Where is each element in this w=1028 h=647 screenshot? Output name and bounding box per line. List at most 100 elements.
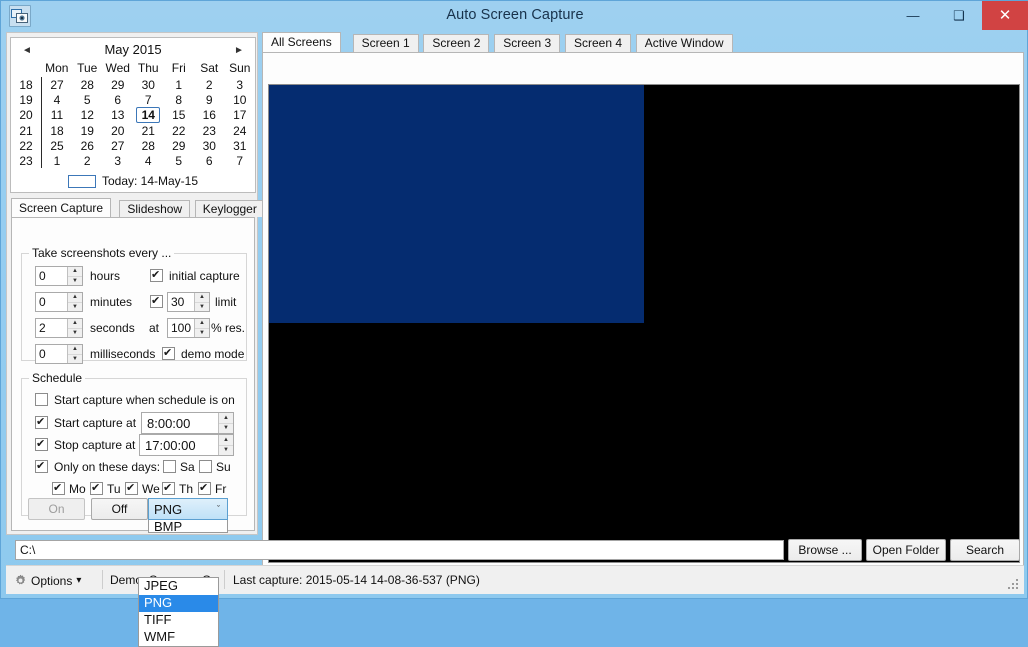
start-capture-time-field[interactable]: 8:00:00 ▲ ▼ (141, 412, 234, 434)
start-when-schedule-on-checkbox[interactable] (35, 393, 48, 406)
limit-checkbox[interactable] (150, 294, 163, 308)
preview-tab-screen-2[interactable]: Screen 2 (423, 34, 490, 52)
maximize-button[interactable]: ❑ (936, 1, 982, 30)
minutes-stepper[interactable]: 0 ▲ ▼ (35, 292, 83, 312)
left-tab-slideshow[interactable]: Slideshow (119, 200, 191, 217)
preview-tab-all-screens[interactable]: All Screens (262, 32, 341, 52)
calendar-day[interactable]: 26 (72, 138, 103, 153)
resize-grip[interactable] (1006, 577, 1020, 591)
calendar-widget[interactable]: ◄ May 2015 ► Mon Tue Wed Thu Fri Sat Sun 18 27 2… (10, 37, 256, 193)
calendar-day[interactable]: 30 (133, 77, 164, 92)
screen-3-preview[interactable] (269, 324, 644, 562)
preview-tab-active-window[interactable]: Active Window (635, 34, 733, 52)
calendar-day[interactable]: 4 (42, 92, 73, 107)
stop-capture-spin-buttons[interactable]: ▲ ▼ (218, 435, 233, 455)
hours-stepper[interactable]: 0 ▲ ▼ (35, 266, 83, 286)
image-format-option-png[interactable]: PNG (139, 595, 218, 612)
calendar-day[interactable]: 27 (103, 138, 134, 153)
calendar-day[interactable]: 15 (164, 107, 195, 123)
calendar-week-number[interactable]: 19 (11, 92, 42, 107)
calendar-day[interactable]: 5 (164, 153, 195, 168)
calendar-day[interactable]: 24 (225, 123, 256, 138)
calendar-day[interactable]: 2 (194, 77, 225, 92)
only-these-days-checkbox[interactable] (35, 459, 48, 473)
day-fr-checkbox[interactable] (198, 481, 211, 495)
preview-tab-screen-3[interactable]: Screen 3 (494, 34, 561, 52)
options-menu-button[interactable]: Options ▾ (14, 570, 85, 591)
preview-tab-screen-1[interactable]: Screen 1 (352, 34, 419, 52)
calendar-day[interactable]: 30 (194, 138, 225, 153)
image-format-option-tiff[interactable]: TIFF (139, 612, 218, 629)
calendar-day[interactable]: 2 (72, 153, 103, 168)
calendar-week-number[interactable]: 20 (11, 107, 42, 123)
all-screens-preview[interactable] (268, 84, 1020, 563)
screen-2-preview[interactable] (644, 85, 1019, 323)
calendar-day[interactable]: 28 (72, 77, 103, 92)
calendar-day[interactable]: 19 (72, 123, 103, 138)
calendar-day[interactable]: 6 (194, 153, 225, 168)
search-button[interactable]: Search (950, 539, 1020, 561)
preview-tab-screen-4[interactable]: Screen 4 (565, 34, 632, 52)
resolution-spin-buttons[interactable]: ▲ ▼ (194, 319, 209, 337)
calendar-day[interactable]: 5 (72, 92, 103, 107)
calendar-day[interactable]: 17 (225, 107, 256, 123)
calendar-day[interactable]: 13 (103, 107, 134, 123)
screen-4-preview[interactable] (644, 324, 1019, 562)
calendar-day[interactable]: 3 (103, 153, 134, 168)
minimize-button[interactable]: — (890, 1, 936, 30)
calendar-day[interactable]: 28 (133, 138, 164, 153)
calendar-day[interactable]: 29 (103, 77, 134, 92)
day-su-checkbox[interactable] (199, 460, 212, 473)
calendar-day[interactable]: 11 (42, 107, 73, 123)
image-format-option-wmf[interactable]: WMF (139, 629, 218, 646)
calendar-day[interactable]: 21 (133, 123, 164, 138)
calendar-day[interactable]: 18 (42, 123, 73, 138)
limit-stepper[interactable]: 30 ▲ ▼ (167, 292, 210, 312)
calendar-day[interactable]: 1 (164, 77, 195, 92)
demo-mode-checkbox[interactable] (162, 346, 175, 360)
day-th-checkbox[interactable] (162, 481, 175, 495)
calendar-day-selected[interactable]: 14 (133, 107, 164, 123)
image-format-dropdown-peek[interactable]: BMP (148, 520, 228, 533)
calendar-day[interactable]: 25 (42, 138, 73, 153)
resolution-stepper[interactable]: 100 ▲ ▼ (167, 318, 210, 338)
left-tab-keylogger[interactable]: Keylogger (194, 200, 265, 217)
image-format-combobox[interactable]: PNG ˇ (148, 498, 228, 520)
calendar-day[interactable]: 16 (194, 107, 225, 123)
calendar-week-number[interactable]: 23 (11, 153, 42, 168)
stop-capture-checkbox[interactable] (35, 437, 48, 451)
schedule-on-button[interactable]: On (28, 498, 85, 520)
calendar-next-icon[interactable]: ► (231, 42, 247, 58)
calendar-day[interactable]: 29 (164, 138, 195, 153)
calendar-day[interactable]: 10 (225, 92, 256, 107)
image-format-option-jpeg[interactable]: JPEG (139, 578, 218, 595)
image-format-dropdown-list[interactable]: JPEG PNG TIFF WMF (138, 577, 219, 647)
calendar-prev-icon[interactable]: ◄ (19, 42, 35, 58)
calendar-day[interactable]: 23 (194, 123, 225, 138)
milliseconds-spin-buttons[interactable]: ▲ ▼ (67, 345, 82, 363)
calendar-day[interactable]: 3 (225, 77, 256, 92)
day-sa-checkbox[interactable] (163, 460, 176, 473)
browse-button[interactable]: Browse ... (788, 539, 862, 561)
open-folder-button[interactable]: Open Folder (866, 539, 946, 561)
calendar-week-number[interactable]: 21 (11, 123, 42, 138)
save-path-input[interactable]: C:\ (15, 540, 784, 560)
calendar-day[interactable]: 4 (133, 153, 164, 168)
calendar-day[interactable]: 7 (225, 153, 256, 168)
calendar-day[interactable]: 1 (42, 153, 73, 168)
seconds-spin-buttons[interactable]: ▲ ▼ (67, 319, 82, 337)
initial-capture-checkbox[interactable] (150, 268, 163, 282)
screen-1-preview[interactable] (269, 85, 644, 323)
calendar-day[interactable]: 12 (72, 107, 103, 123)
milliseconds-stepper[interactable]: 0 ▲ ▼ (35, 344, 83, 364)
calendar-day[interactable]: 8 (164, 92, 195, 107)
calendar-week-number[interactable]: 18 (11, 77, 42, 92)
day-tu-checkbox[interactable] (90, 481, 103, 495)
start-capture-checkbox[interactable] (35, 415, 48, 429)
calendar-day[interactable]: 22 (164, 123, 195, 138)
calendar-week-number[interactable]: 22 (11, 138, 42, 153)
minutes-spin-buttons[interactable]: ▲ ▼ (67, 293, 82, 311)
calendar-day[interactable]: 7 (133, 92, 164, 107)
hours-spin-buttons[interactable]: ▲ ▼ (67, 267, 82, 285)
calendar-day[interactable]: 31 (225, 138, 256, 153)
